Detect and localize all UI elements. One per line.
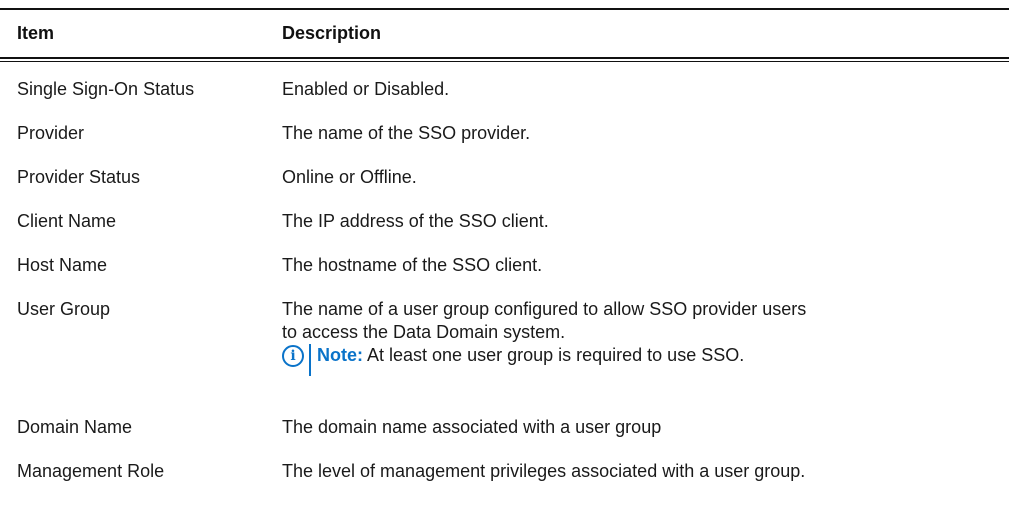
row-item-label: User Group [17, 299, 111, 319]
row-item-label: Domain Name [17, 417, 133, 437]
row-item-label: Provider [17, 123, 85, 143]
row-description: Online or Offline. [282, 167, 417, 187]
row-description-line: to access the Data Domain system. [282, 322, 566, 342]
table-header-row: Item Description [0, 10, 1009, 57]
row-description: The level of management privileges assoc… [282, 461, 806, 481]
table-row: Management Role The level of management … [0, 460, 1009, 504]
table-row: User Group The name of a user group conf… [0, 298, 1009, 416]
note-text: At least one user group is required to u… [363, 345, 745, 365]
row-description: The IP address of the SSO client. [282, 211, 549, 231]
row-description: The domain name associated with a user g… [282, 417, 662, 437]
note-label: Note: [317, 345, 363, 365]
table-row: Domain Name The domain name associated w… [0, 416, 1009, 460]
note-content: Note: At least one user group is require… [317, 344, 744, 367]
info-icon: i [282, 345, 304, 367]
row-description: Enabled or Disabled. [282, 79, 450, 99]
sso-info-table: Item Description Single Sign-On Status E… [0, 8, 1009, 504]
header-divider [0, 57, 1009, 62]
row-description: The hostname of the SSO client. [282, 255, 543, 275]
table-row: Provider Status Online or Offline. [0, 166, 1009, 210]
row-description-line: The name of a user group configured to a… [282, 299, 807, 319]
note-divider [309, 344, 311, 376]
row-item-label: Provider Status [17, 167, 141, 187]
row-item-label: Management Role [17, 461, 165, 481]
row-description: The name of a user group configured to a… [282, 298, 1009, 416]
column-header-description: Description [282, 23, 382, 43]
table-row: Host Name The hostname of the SSO client… [0, 254, 1009, 298]
column-header-item: Item [17, 23, 55, 43]
row-item-label: Client Name [17, 211, 117, 231]
row-item-label: Host Name [17, 255, 108, 275]
row-item-label: Single Sign-On Status [17, 79, 195, 99]
table-row: Single Sign-On Status Enabled or Disable… [0, 78, 1009, 122]
note-callout: i Note: At least one user group is requi… [282, 344, 999, 376]
table-row: Client Name The IP address of the SSO cl… [0, 210, 1009, 254]
row-description: The name of the SSO provider. [282, 123, 531, 143]
table-row: Provider The name of the SSO provider. [0, 122, 1009, 166]
